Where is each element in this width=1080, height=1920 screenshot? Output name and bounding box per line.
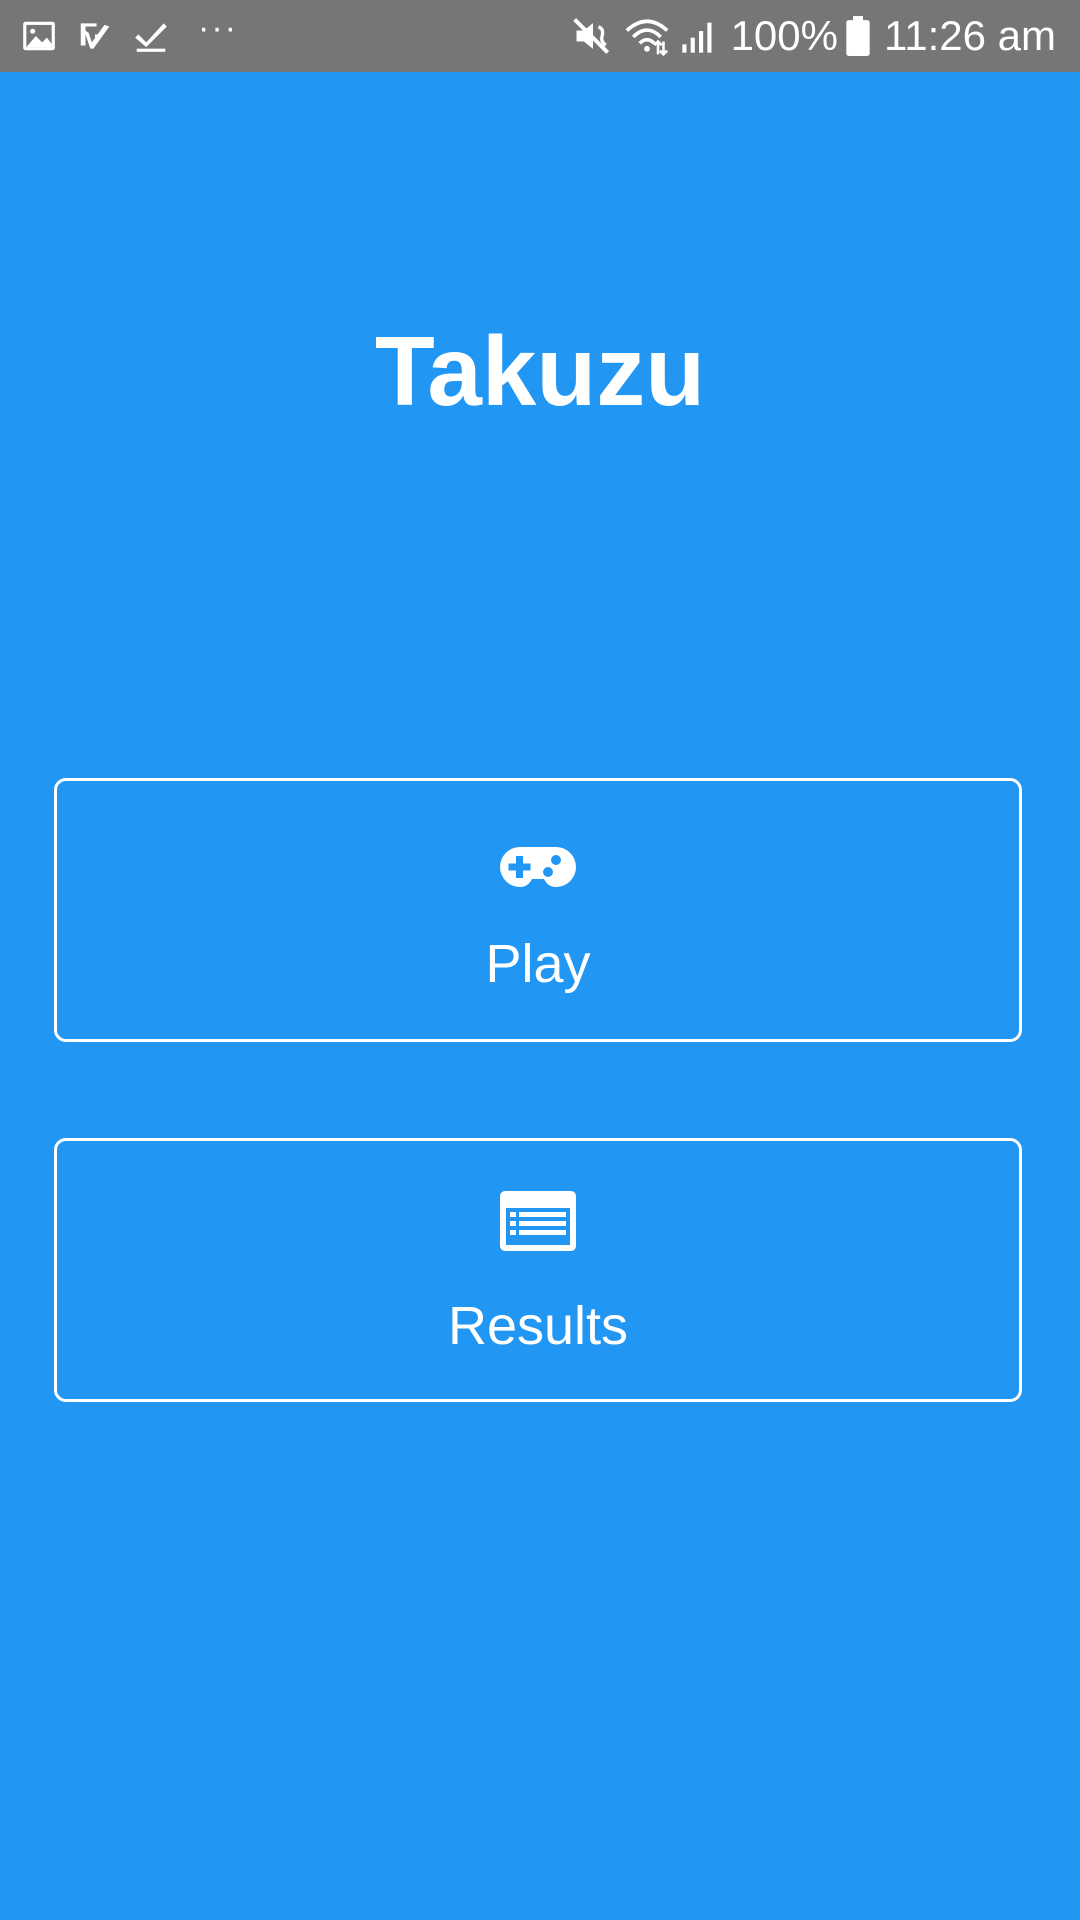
clock: 11:26 am — [884, 12, 1056, 59]
notification-icons: ··· — [20, 0, 238, 72]
play-button[interactable]: Play — [54, 778, 1022, 1042]
system-status-icons: 100% 11:26 am — [571, 0, 1056, 72]
wifi-icon — [625, 19, 668, 57]
image-notification-icon — [23, 21, 55, 51]
more-notifications-indicator: ··· — [198, 9, 238, 47]
signal-icon — [681, 22, 712, 53]
play-button-label: Play — [485, 934, 591, 994]
checklist-notification-icon — [80, 23, 110, 49]
results-button[interactable]: Results — [54, 1138, 1022, 1402]
status-bar: ··· 100% 11:26 am — [0, 0, 1080, 72]
app-title: Takuzu — [374, 316, 706, 426]
gamepad-icon — [500, 847, 576, 887]
list-icon — [500, 1191, 576, 1251]
results-button-label: Results — [447, 1296, 629, 1356]
battery-icon — [846, 16, 870, 56]
check-notification-icon — [135, 23, 167, 52]
battery-percentage: 100% — [730, 12, 838, 59]
mute-icon — [572, 18, 609, 54]
